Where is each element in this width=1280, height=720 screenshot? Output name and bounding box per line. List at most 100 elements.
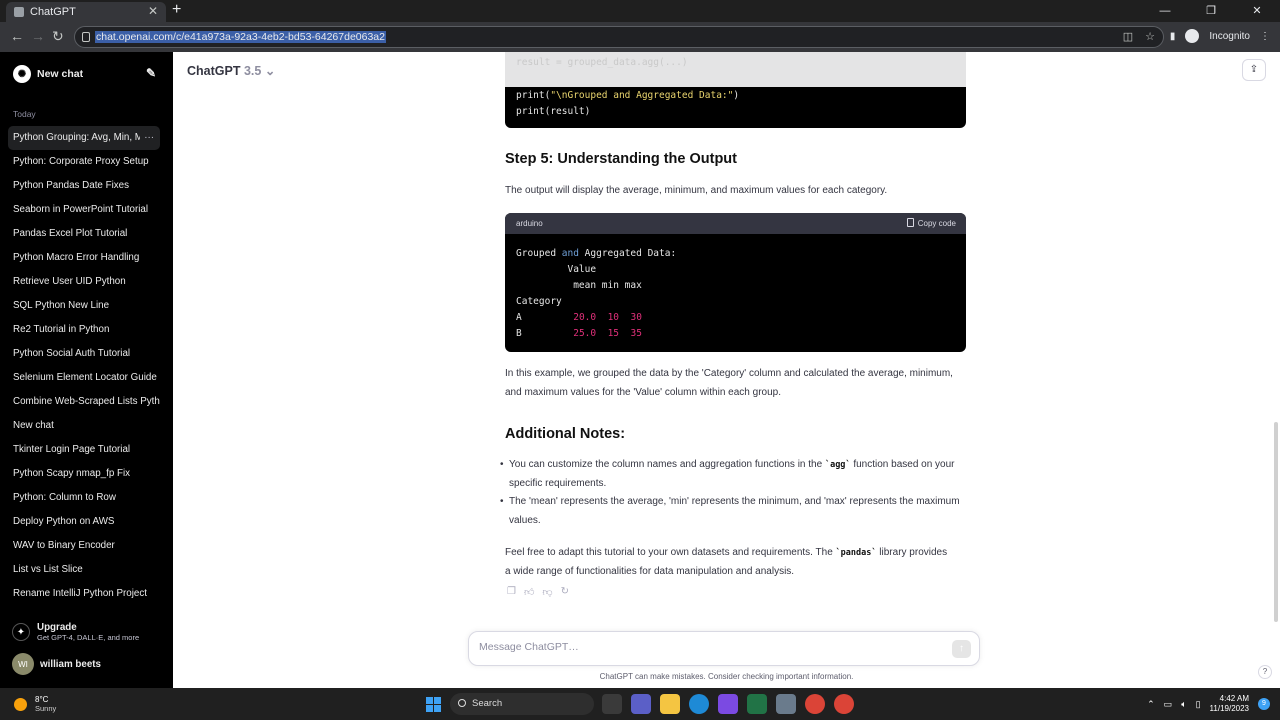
volume-icon[interactable]: 🔈︎ [1181, 699, 1186, 710]
sidebar-chat-item[interactable]: Combine Web-Scraped Lists Python [8, 390, 160, 414]
more-options-icon[interactable]: ··· [140, 126, 154, 150]
sidebar-chat-item[interactable]: List vs List Slice [8, 558, 160, 582]
sidebar-chat-label: WAV to Binary Encoder [13, 540, 115, 551]
compose-icon[interactable]: ✎ [146, 66, 156, 80]
chrome-icon[interactable] [805, 694, 825, 714]
chevron-up-icon[interactable]: ⌃ [1147, 699, 1155, 710]
model-selector[interactable]: ChatGPT 3.5 ⌄ [187, 63, 275, 78]
main-content: ChatGPT 3.5 ⌄ ⇪ result = grouped_data.ag… [173, 52, 1280, 688]
message-composer: ↑ [468, 631, 980, 666]
sidebar-chat-item[interactable]: SQL Python New Line [8, 294, 160, 318]
browser-toolbar: ← → ↻ chat.openai.com/c/e41a973a-92a3-4e… [0, 22, 1280, 52]
task-view-icon[interactable] [602, 694, 622, 714]
openai-logo-icon: ✺ [13, 65, 31, 83]
code-snippet: print("\nGrouped and Aggregated Data:") … [516, 90, 740, 117]
sparkle-icon: ✦ [12, 623, 30, 641]
taskbar-search[interactable]: Search [450, 693, 594, 715]
system-tray: ⌃ ▭ 🔈︎ ▯ 4:42 AM 11/19/2023 9 [1147, 694, 1270, 714]
sidebar-chat-label: Rename IntelliJ Python Project [13, 588, 147, 599]
sidebar-chat-item[interactable]: Python Pandas Date Fixes [8, 174, 160, 198]
browser-tab[interactable]: ChatGPT ✕ [6, 2, 166, 22]
bookmark-star-icon[interactable]: ☆ [1145, 30, 1155, 43]
sidebar-chat-item[interactable]: Python: Column to Row [8, 486, 160, 510]
example-paragraph: In this example, we grouped the data by … [505, 368, 953, 398]
code-faded-line: result = grouped_data.agg(...) [516, 57, 688, 68]
profile-label[interactable]: Incognito [1209, 31, 1250, 42]
sidebar-chat-item[interactable]: Python: Corporate Proxy Setup [8, 150, 160, 174]
regenerate-icon[interactable]: ↻ [561, 586, 569, 598]
sidebar-chat-item[interactable]: Python Macro Error Handling [8, 246, 160, 270]
sidebar-chat-item[interactable]: Re2 Tutorial in Python [8, 318, 160, 342]
chrome-icon[interactable] [834, 694, 854, 714]
notification-badge[interactable]: 9 [1258, 698, 1270, 710]
sidebar-chat-item[interactable]: Rename IntelliJ Python Project [8, 582, 160, 606]
user-menu[interactable]: WI william beets [12, 653, 101, 675]
edge-icon[interactable] [689, 694, 709, 714]
sidebar-chat-item[interactable]: Python Grouping: Avg, Min, Max ··· [8, 126, 160, 150]
message-input[interactable] [479, 641, 919, 653]
sidebar-chat-item[interactable]: Deploy Python on AWS [8, 510, 160, 534]
sidebar-chat-item[interactable]: Pandas Excel Plot Tutorial [8, 222, 160, 246]
thumbs-down-icon[interactable]: 👎︎ [542, 586, 552, 598]
help-icon[interactable]: ? [1258, 665, 1272, 679]
model-name: ChatGPT [187, 64, 241, 78]
chat-app-icon[interactable] [631, 694, 651, 714]
copy-code-button[interactable]: Copy code [906, 213, 956, 234]
sidebar-chat-item[interactable]: WAV to Binary Encoder [8, 534, 160, 558]
back-icon[interactable]: ← [10, 28, 24, 44]
new-tab-icon[interactable]: + [172, 1, 181, 19]
sidebar-chat-item[interactable]: Seaborn in PowerPoint Tutorial [8, 198, 160, 222]
upgrade-subtitle: Get GPT-4, DALL·E, and more [37, 633, 140, 642]
copy-icon[interactable]: ❐ [507, 586, 516, 598]
sidebar-chat-item[interactable]: Tkinter Login Page Tutorial [8, 438, 160, 462]
reload-icon[interactable]: ↻ [52, 28, 64, 45]
sidebar-chat-item[interactable]: Retrieve User UID Python [8, 270, 160, 294]
vpn-app-icon[interactable] [718, 694, 738, 714]
scrollbar[interactable] [1274, 422, 1278, 622]
closing-paragraph: Feel free to adapt this tutorial to your… [505, 547, 948, 577]
site-info-icon[interactable] [82, 32, 90, 42]
new-chat-button[interactable]: ✺ New chat ✎ [8, 62, 160, 86]
tab-close-icon[interactable]: ✕ [148, 4, 158, 18]
weather-widget[interactable]: 8°C Sunny [14, 695, 56, 713]
address-bar[interactable]: chat.openai.com/c/e41a973a-92a3-4eb2-bd5… [74, 26, 1164, 48]
sidebar-chat-item[interactable]: Selenium Element Locator Guide [8, 366, 160, 390]
upgrade-button[interactable]: ✦ Upgrade Get GPT-4, DALL·E, and more [12, 622, 139, 642]
file-explorer-icon[interactable] [660, 694, 680, 714]
taskbar-apps [602, 694, 854, 714]
app-icon[interactable] [776, 694, 796, 714]
sidebar-chat-label: SQL Python New Line [13, 300, 110, 311]
url-text[interactable]: chat.openai.com/c/e41a973a-92a3-4eb2-bd5… [95, 31, 386, 43]
search-icon [458, 699, 466, 707]
sidebar-chat-item[interactable]: Python Social Auth Tutorial [8, 342, 160, 366]
send-button[interactable]: ↑ [952, 640, 971, 658]
sidebar-chat-label: Deploy Python on AWS [13, 516, 115, 527]
close-window-icon[interactable]: ✕ [1234, 0, 1280, 22]
clock[interactable]: 4:42 AM 11/19/2023 [1210, 694, 1249, 714]
sidebar-chat-label: Re2 Tutorial in Python [13, 324, 110, 335]
start-icon[interactable] [426, 697, 441, 712]
share-button[interactable]: ⇪ [1242, 59, 1266, 81]
incognito-eye-icon[interactable]: ◫ [1123, 30, 1133, 43]
browser-menu-icon[interactable]: ⋮ [1260, 31, 1270, 42]
minimize-icon[interactable]: — [1142, 0, 1188, 22]
browser-tab-bar: ChatGPT ✕ + — ❐ ✕ [0, 0, 1280, 22]
excel-icon[interactable] [747, 694, 767, 714]
forward-icon[interactable]: → [31, 28, 45, 44]
sidebar-chat-label: Combine Web-Scraped Lists Python [13, 396, 160, 407]
side-panel-icon[interactable]: ▮ [1170, 31, 1176, 42]
battery-icon[interactable]: ▯ [1196, 699, 1201, 710]
chatgpt-favicon-icon [14, 7, 24, 17]
notes-list: You can customize the column names and a… [500, 456, 960, 530]
incognito-icon[interactable] [1185, 29, 1200, 43]
sidebar-chat-item[interactable]: New chat [8, 414, 160, 438]
disclaimer: ChatGPT can make mistakes. Consider chec… [599, 672, 854, 681]
sidebar-chat-label: Retrieve User UID Python [13, 276, 126, 287]
sidebar-chat-item[interactable]: Python Scapy nmap_fp Fix [8, 462, 160, 486]
restore-icon[interactable]: ❐ [1188, 0, 1234, 22]
message-actions: ❐ 👍︎ 👎︎ ↻ [507, 586, 569, 598]
sidebar-chat-label: Pandas Excel Plot Tutorial [13, 228, 128, 239]
network-icon[interactable]: ▭ [1164, 699, 1173, 710]
chevron-down-icon: ⌄ [264, 64, 276, 78]
thumbs-up-icon[interactable]: 👍︎ [524, 586, 534, 598]
